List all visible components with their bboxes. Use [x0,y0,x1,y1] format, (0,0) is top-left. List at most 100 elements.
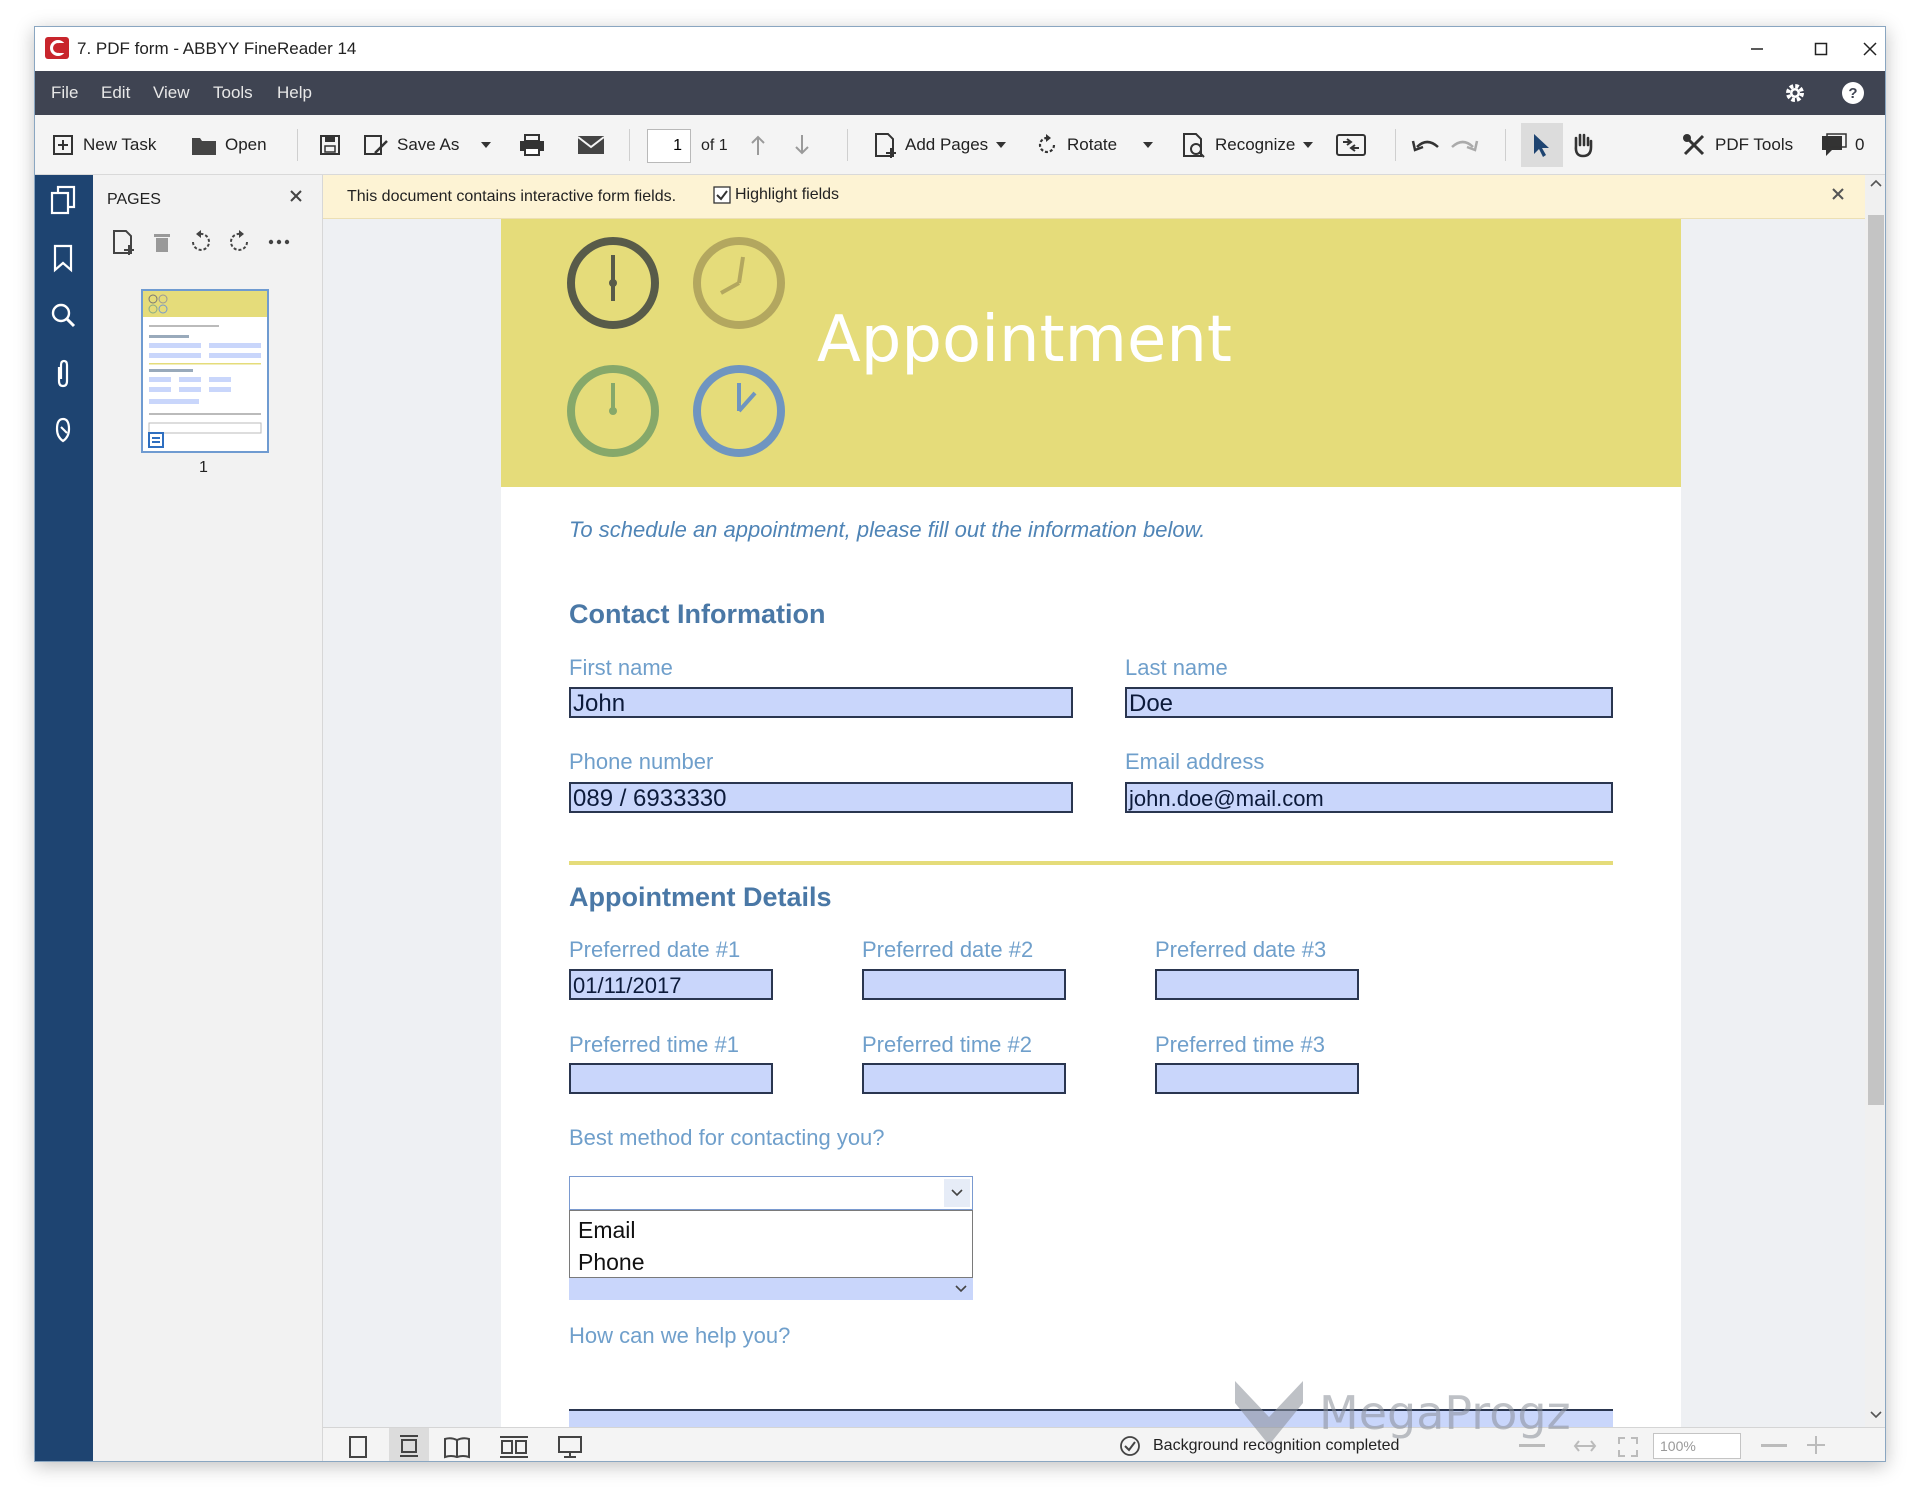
document-view[interactable]: Appointment To schedule an appointment, … [323,219,1865,1427]
menu-file[interactable]: File [51,83,78,103]
full-screen-icon[interactable] [557,1435,583,1459]
two-page-scroll-icon[interactable] [499,1435,529,1459]
rotate-button[interactable]: Rotate [1035,115,1154,175]
open-button[interactable]: Open [191,115,267,175]
arrow-up-icon [749,134,767,156]
toolbar-separator [297,129,298,161]
help-icon[interactable]: ? [1841,81,1865,105]
toolbar: New Task Open Save As 1 of 1 Add Pages R… [35,115,1885,175]
redo-button[interactable] [1449,115,1479,175]
scrollbar-thumb[interactable] [1868,215,1884,1105]
redo-icon [1449,135,1479,155]
preferred-time-1-field[interactable] [569,1063,773,1094]
two-page-view-icon[interactable] [443,1435,471,1459]
chevron-down-icon[interactable] [944,1179,970,1207]
add-page-icon[interactable] [111,229,137,255]
close-icon[interactable] [1831,187,1845,201]
preferred-date-2-field[interactable] [862,969,1066,1000]
maximize-button[interactable] [1789,27,1853,71]
preferred-time-3-field[interactable] [1155,1063,1359,1094]
tools-icon [1681,132,1707,158]
zoom-slider-icon[interactable] [1761,1444,1787,1447]
highlight-fields-checkbox[interactable]: Highlight fields [713,186,839,204]
save-button[interactable] [319,115,341,175]
scroll-down-icon[interactable] [1870,1411,1882,1419]
next-page-button[interactable] [793,115,811,175]
add-pages-button[interactable]: Add Pages [873,115,1007,175]
folder-icon [191,134,217,156]
recognize-label: Recognize [1215,135,1296,154]
menu-view[interactable]: View [153,83,190,103]
signature-icon[interactable] [49,415,77,445]
hand-icon [1571,132,1595,158]
last-name-label: Last name [1125,655,1228,680]
comments-count: 0 [1855,135,1865,154]
first-name-field[interactable]: John [569,687,1073,718]
pdf-tools-button[interactable]: PDF Tools [1681,115,1793,175]
chevron-down-icon[interactable] [1143,142,1154,148]
watermark-text: MegaProgz [1319,1386,1571,1440]
chevron-down-icon[interactable] [996,142,1007,148]
rotate-right-icon[interactable] [227,229,253,255]
comment-icon [1821,133,1847,157]
form-title: Appointment [817,303,1232,377]
scroll-view-button[interactable] [389,1428,429,1461]
app-window: 7. PDF form - ABBYY FineReader 14 File E… [34,26,1886,1462]
menu-help[interactable]: Help [277,83,312,103]
rotate-left-icon[interactable] [187,229,213,255]
page-number-input[interactable]: 1 [647,129,691,163]
contact-method-label: Best method for contacting you? [569,1125,885,1150]
search-icon[interactable] [49,301,77,331]
recognize-button[interactable]: Recognize [1181,115,1314,175]
pdf-tools-label: PDF Tools [1715,135,1794,154]
menu-tools[interactable]: Tools [213,83,253,103]
more-options-icon[interactable] [267,238,291,246]
attachment-icon[interactable] [49,359,77,389]
option-email[interactable]: Email [578,1217,636,1244]
new-task-button[interactable]: New Task [51,115,156,175]
zoom-in-icon[interactable] [1805,1434,1827,1456]
envelope-icon [577,135,605,155]
cursor-arrow-icon [1531,132,1551,158]
form-intro-text: To schedule an appointment, please fill … [569,517,1206,542]
close-icon[interactable] [289,189,303,203]
save-icon [319,134,341,156]
bookmark-icon[interactable] [49,243,77,273]
previous-page-button[interactable] [749,115,767,175]
single-page-view-icon[interactable] [347,1435,369,1459]
preferred-time-1-label: Preferred time #1 [569,1032,739,1057]
preferred-time-2-field[interactable] [862,1063,1066,1094]
preferred-date-1-field[interactable]: 01/11/2017 [569,969,773,1000]
compare-button[interactable] [1335,115,1367,175]
last-name-field[interactable]: Doe [1125,687,1613,718]
hand-tool-button[interactable] [1571,115,1595,175]
contact-method-dropdown[interactable] [569,1176,973,1210]
print-button[interactable] [519,115,545,175]
pages-panel-icon[interactable] [49,185,77,215]
menu-edit[interactable]: Edit [101,83,130,103]
delete-icon[interactable] [151,230,173,254]
undo-button[interactable] [1411,115,1441,175]
page-thumbnail[interactable] [141,289,269,453]
preferred-date-3-field[interactable] [1155,969,1359,1000]
save-as-button[interactable]: Save As [363,115,492,175]
phone-number-field[interactable]: 089 / 6933330 [569,782,1073,813]
option-phone[interactable]: Phone [578,1249,645,1276]
email-address-field[interactable]: john.doe@mail.com [1125,782,1613,813]
chevron-down-icon[interactable] [481,142,492,148]
comments-button[interactable]: 0 [1821,115,1864,175]
vertical-scrollbar[interactable] [1865,175,1885,1427]
select-tool[interactable] [1531,115,1551,175]
fit-width-icon[interactable] [1573,1436,1597,1456]
chevron-down-icon[interactable] [1303,142,1314,148]
settings-gear-icon[interactable] [1783,81,1807,105]
email-address-label: Email address [1125,749,1265,774]
scroll-up-icon[interactable] [1870,179,1882,187]
toolbar-separator [1505,129,1506,161]
zoom-level-select[interactable]: 100% [1653,1433,1741,1459]
email-button[interactable] [577,115,605,175]
minimize-button[interactable] [1725,27,1789,71]
fit-page-icon[interactable] [1617,1436,1639,1458]
contact-info-heading: Contact Information [569,599,826,629]
close-button[interactable] [1853,27,1885,71]
